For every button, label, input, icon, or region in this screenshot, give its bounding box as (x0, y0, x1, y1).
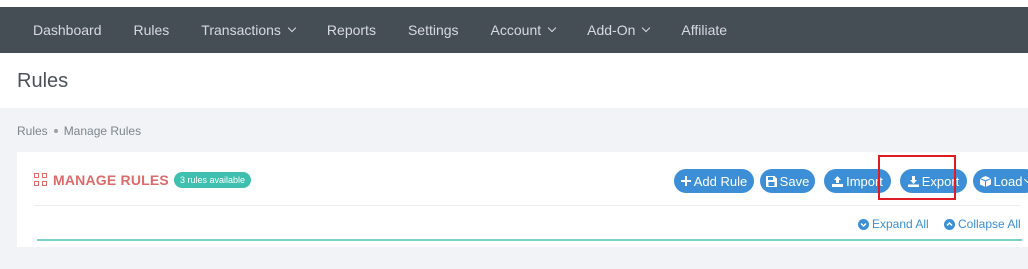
expand-collapse-row: Expand All Collapse All (17, 217, 1028, 237)
page-header: Rules (0, 53, 1028, 108)
save-button[interactable]: Save (760, 169, 815, 193)
nav-label: Rules (133, 22, 170, 38)
breadcrumb-item-rules[interactable]: Rules (17, 124, 48, 138)
breadcrumb-separator (53, 129, 58, 133)
nav-label: Reports (326, 22, 376, 38)
nav-item-rules[interactable]: Rules (134, 22, 170, 38)
chevron-up-circle-icon (944, 218, 955, 230)
nav-item-add-on[interactable]: Add-On (587, 22, 651, 38)
main-navbar: Dashboard Rules Transactions Reports Set… (0, 7, 1028, 53)
cube-icon (979, 175, 991, 187)
load-label: Load (993, 173, 1023, 189)
expand-all-link[interactable]: Expand All (858, 217, 929, 231)
upload-icon (832, 175, 844, 187)
nav-label: Add-On (587, 22, 636, 38)
nav-item-reports[interactable]: Reports (327, 22, 376, 38)
page-title: Rules (17, 70, 69, 92)
nav-label: Dashboard (33, 22, 102, 38)
nav-label: Settings (407, 22, 459, 38)
nav-item-settings[interactable]: Settings (408, 22, 459, 38)
grid-icon (34, 173, 48, 187)
manage-rules-heading: MANAGE RULES 3 rules available (34, 172, 252, 188)
chevron-down-icon (547, 23, 557, 33)
nav-item-dashboard[interactable]: Dashboard (33, 22, 102, 38)
nav-label: Affiliate (681, 22, 728, 38)
load-button[interactable]: Load (973, 169, 1028, 193)
nav-item-account[interactable]: Account (490, 22, 557, 38)
add-rule-label: Add Rule (693, 173, 748, 189)
nav-item-affiliate[interactable]: Affiliate (681, 22, 727, 38)
content-area: Rules Manage Rules MANAGE RULES 3 rules … (0, 108, 1028, 269)
add-rule-button[interactable]: Add Rule (674, 169, 754, 193)
manage-rules-card: MANAGE RULES 3 rules available Add Rule … (17, 152, 1028, 247)
floppy-disk-icon (765, 175, 777, 187)
breadcrumb-item-manage-rules: Manage Rules (63, 124, 142, 138)
chevron-down-icon (1024, 175, 1028, 183)
chevron-down-circle-icon (858, 218, 869, 230)
export-highlight-box (878, 155, 956, 200)
plus-icon (680, 176, 691, 186)
breadcrumb: Rules Manage Rules (17, 124, 141, 138)
collapse-all-label: Collapse All (958, 217, 1021, 231)
card-header: MANAGE RULES 3 rules available Add Rule … (34, 152, 1028, 206)
chevron-down-icon (287, 23, 297, 33)
nav-label: Account (490, 22, 542, 38)
chevron-down-icon (642, 23, 651, 33)
rules-count-badge: 3 rules available (173, 172, 252, 188)
nav-item-transactions[interactable]: Transactions (201, 22, 297, 38)
nav-label: Transactions (201, 22, 281, 38)
expand-all-label: Expand All (872, 217, 929, 231)
save-label: Save (779, 173, 810, 189)
manage-rules-title: MANAGE RULES (53, 172, 169, 188)
collapse-all-link[interactable]: Collapse All (944, 217, 1021, 231)
rules-divider (37, 239, 1022, 241)
